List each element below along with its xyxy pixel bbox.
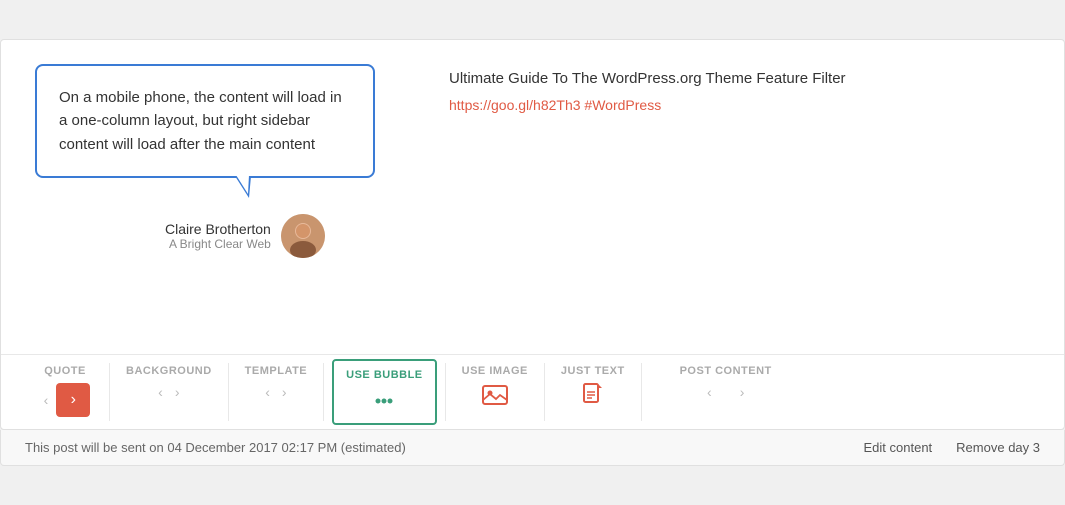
divider-5 <box>544 363 545 421</box>
speech-bubble: On a mobile phone, the content will load… <box>35 64 375 178</box>
avatar <box>281 214 325 258</box>
card-content: On a mobile phone, the content will load… <box>25 64 1040 354</box>
bubble-text: On a mobile phone, the content will load… <box>59 86 351 156</box>
use-bubble-section[interactable]: USE BUBBLE <box>332 359 437 425</box>
footer-bar: This post will be sent on 04 December 20… <box>0 430 1065 466</box>
author-area: Claire Brotherton A Bright Clear Web <box>165 214 325 258</box>
divider-6 <box>641 363 642 421</box>
bg-next-button[interactable]: › <box>171 383 184 401</box>
divider-1 <box>109 363 110 421</box>
background-label: BACKGROUND <box>126 365 212 377</box>
divider-4 <box>445 363 446 421</box>
template-label: TEMPLATE <box>245 365 307 377</box>
use-bubble-label: USE BUBBLE <box>346 369 423 381</box>
chevron-left-icon: ‹ <box>44 392 49 408</box>
chevron-left-icon-tmpl: ‹ <box>265 384 270 400</box>
use-image-label: USE IMAGE <box>462 365 528 377</box>
bubble-icon <box>370 387 398 415</box>
chevron-right-icon-bg: › <box>175 384 180 400</box>
image-icon <box>481 383 509 411</box>
divider-2 <box>228 363 229 421</box>
footer-status: This post will be sent on 04 December 20… <box>25 440 406 455</box>
post-link: https://goo.gl/h82Th3 #WordPress <box>449 97 1040 113</box>
remove-day-link[interactable]: Remove day 3 <box>956 440 1040 455</box>
post-content-next-button[interactable]: › <box>736 383 749 401</box>
chevron-right-icon-tmpl: › <box>282 384 287 400</box>
document-svg <box>580 383 606 409</box>
arrow-right-icon: › <box>71 391 76 409</box>
divider-3 <box>323 363 324 421</box>
author-info: Claire Brotherton A Bright Clear Web <box>165 221 271 251</box>
quote-label: QUOTE <box>44 365 86 377</box>
template-prev-button[interactable]: ‹ <box>261 383 274 401</box>
chevron-left-icon-bg: ‹ <box>158 384 163 400</box>
document-icon <box>580 383 606 413</box>
post-content-nav: ‹ › <box>703 383 748 401</box>
just-text-label: JUST TEXT <box>561 365 625 377</box>
quote-area: On a mobile phone, the content will load… <box>25 64 425 338</box>
edit-content-link[interactable]: Edit content <box>864 440 933 455</box>
quote-section: QUOTE ‹ › <box>25 355 105 429</box>
background-controls: ‹ › <box>154 383 183 401</box>
quote-controls: ‹ › <box>40 383 91 417</box>
post-content-label: POST CONTENT <box>680 365 772 377</box>
chevron-right-icon-pc: › <box>740 384 745 400</box>
quote-prev-button[interactable]: ‹ <box>40 391 53 409</box>
bg-prev-button[interactable]: ‹ <box>154 383 167 401</box>
background-section: BACKGROUND ‹ › <box>114 355 224 429</box>
template-section: TEMPLATE ‹ › <box>233 355 319 429</box>
just-text-section[interactable]: JUST TEXT <box>549 355 637 429</box>
avatar-image <box>281 214 325 258</box>
post-content-prev-button[interactable]: ‹ <box>703 383 716 401</box>
footer-actions: Edit content Remove day 3 <box>864 440 1040 455</box>
chevron-left-icon-pc: ‹ <box>707 384 712 400</box>
quote-next-button[interactable]: › <box>56 383 90 417</box>
main-card: On a mobile phone, the content will load… <box>0 39 1065 430</box>
use-image-section[interactable]: USE IMAGE <box>450 355 540 429</box>
toolbar: QUOTE ‹ › BACKGROUND ‹ <box>1 354 1064 429</box>
post-text-area: Ultimate Guide To The WordPress.org Them… <box>449 64 1040 338</box>
main-wrapper: On a mobile phone, the content will load… <box>0 39 1065 466</box>
post-content-section: POST CONTENT ‹ › <box>646 355 806 429</box>
author-name: Claire Brotherton <box>165 221 271 237</box>
template-controls: ‹ › <box>261 383 290 401</box>
image-svg <box>481 383 509 407</box>
author-subtitle: A Bright Clear Web <box>165 237 271 251</box>
bubble-svg <box>370 387 398 411</box>
post-title: Ultimate Guide To The WordPress.org Them… <box>449 68 1040 89</box>
template-next-button[interactable]: › <box>278 383 291 401</box>
